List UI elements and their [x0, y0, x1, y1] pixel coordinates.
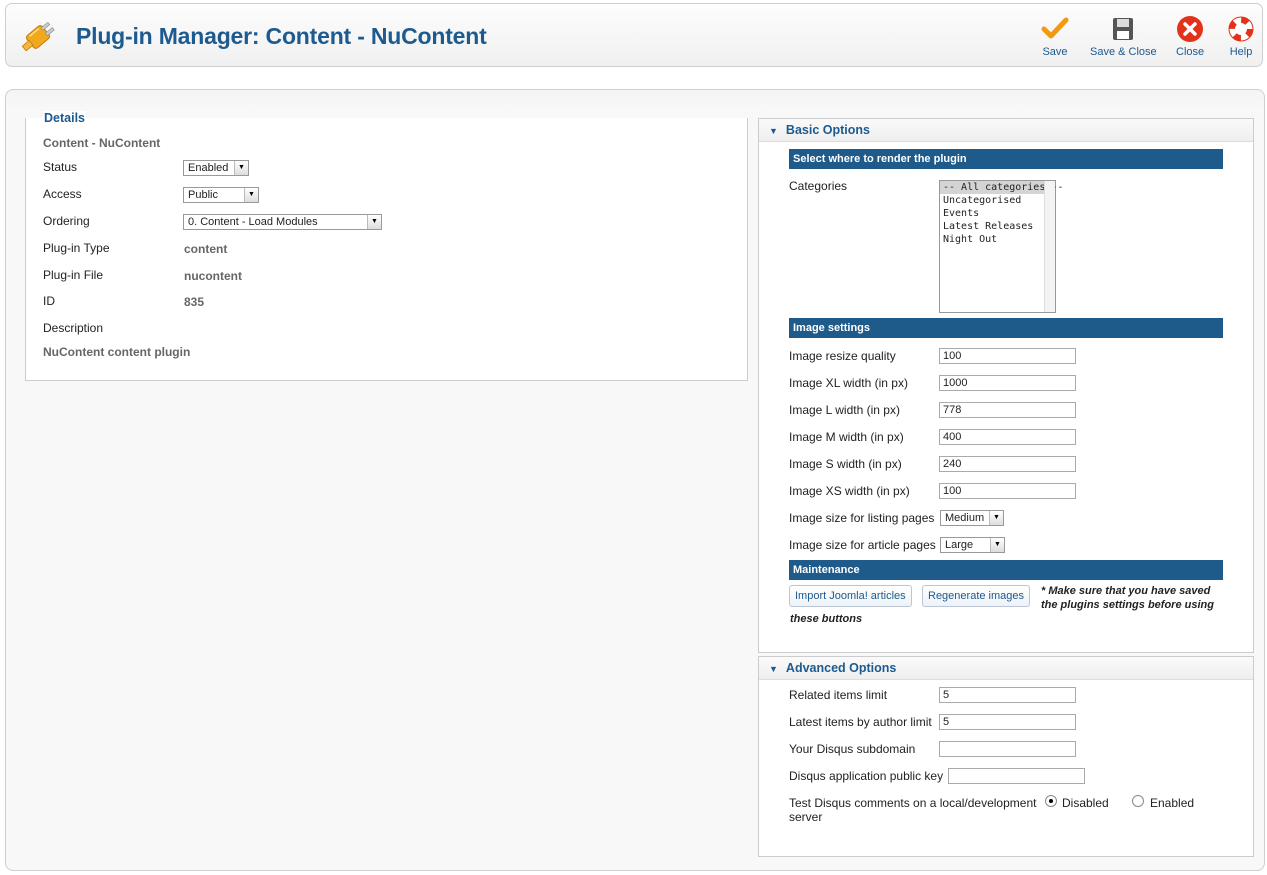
- chevron-down-icon: ▼: [234, 161, 248, 175]
- close-label: Close: [1176, 46, 1205, 58]
- xs-width-label: Image XS width (in px): [789, 484, 910, 498]
- author-limit-label: Latest items by author limit: [789, 715, 932, 729]
- l-width-label: Image L width (in px): [789, 403, 900, 417]
- article-size-value: Large: [945, 539, 974, 551]
- disqus-key-label: Disqus application public key: [789, 769, 944, 783]
- advanced-options-header[interactable]: ▼ Advanced Options: [759, 657, 1253, 680]
- details-fieldset: [25, 118, 748, 381]
- access-select[interactable]: Public ▼: [183, 187, 259, 203]
- category-option[interactable]: Uncategorised: [940, 194, 1055, 207]
- checkmark-icon: [1041, 17, 1069, 39]
- maintenance-note-line1: * Make sure that you have saved: [1041, 585, 1211, 597]
- category-option[interactable]: Night Out: [940, 233, 1055, 246]
- disqus-subdomain-input[interactable]: [939, 741, 1076, 757]
- category-option[interactable]: Events: [940, 207, 1055, 220]
- chevron-down-icon: ▼: [989, 511, 1003, 525]
- advanced-options-title: Advanced Options: [785, 661, 897, 675]
- description-value: NuContent content plugin: [43, 345, 191, 359]
- ordering-value: 0. Content - Load Modules: [188, 216, 318, 228]
- categories-label: Categories: [789, 179, 848, 193]
- save-close-button[interactable]: Save & Close: [1090, 15, 1157, 58]
- listbox-scrollbar[interactable]: [1044, 181, 1055, 312]
- status-value: Enabled: [188, 162, 229, 174]
- disabled-radio[interactable]: [1045, 795, 1057, 807]
- plugin-type-label: Plug-in Type: [43, 241, 110, 255]
- save-button[interactable]: Save: [1041, 15, 1069, 58]
- chevron-down-icon: ▼: [244, 188, 258, 202]
- disabled-radio-label: Disabled: [1062, 796, 1109, 810]
- basic-options-title: Basic Options: [785, 123, 870, 137]
- quality-input[interactable]: 100: [939, 348, 1076, 364]
- description-label: Description: [43, 321, 104, 335]
- save-close-label: Save & Close: [1090, 46, 1157, 58]
- toolbar: Plug-in Manager: Content - NuContent: [5, 3, 1263, 67]
- image-settings-bar: Image settings: [789, 318, 1223, 338]
- plugin-file-label: Plug-in File: [43, 268, 104, 282]
- close-button[interactable]: Close: [1176, 15, 1204, 58]
- author-limit-input[interactable]: 5: [939, 714, 1076, 730]
- s-width-input[interactable]: 240: [939, 456, 1076, 472]
- help-button[interactable]: Help: [1227, 15, 1255, 58]
- details-legend: Details: [43, 111, 86, 125]
- render-bar: Select where to render the plugin: [789, 149, 1223, 169]
- disqus-subdomain-label: Your Disqus subdomain: [789, 742, 916, 756]
- l-width-input[interactable]: 778: [939, 402, 1076, 418]
- xl-width-input[interactable]: 1000: [939, 375, 1076, 391]
- help-label: Help: [1229, 46, 1253, 58]
- id-label: ID: [43, 294, 55, 308]
- lifebuoy-icon: [1228, 16, 1254, 42]
- quality-label: Image resize quality: [789, 349, 896, 363]
- id-value: 835: [184, 295, 205, 309]
- xl-width-label: Image XL width (in px): [789, 376, 908, 390]
- s-width-label: Image S width (in px): [789, 457, 902, 471]
- floppy-disk-icon: [1113, 18, 1134, 40]
- basic-options-header[interactable]: ▼ Basic Options: [759, 119, 1253, 142]
- related-limit-input[interactable]: 5: [939, 687, 1076, 703]
- categories-listbox[interactable]: -- All categories -- Uncategorised Event…: [939, 180, 1063, 313]
- listing-size-value: Medium: [945, 512, 985, 524]
- related-limit-label: Related items limit: [789, 688, 888, 702]
- maintenance-bar: Maintenance: [789, 560, 1223, 580]
- plugin-file-value: nucontent: [184, 269, 242, 283]
- disqus-key-input[interactable]: [948, 768, 1085, 784]
- listing-size-select[interactable]: Medium ▼: [940, 510, 1004, 526]
- m-width-label: Image M width (in px): [789, 430, 904, 444]
- page-title: Plug-in Manager: Content - NuContent: [76, 23, 487, 49]
- import-articles-button[interactable]: Import Joomla! articles: [789, 585, 912, 607]
- triangle-down-icon: ▼: [769, 126, 778, 136]
- plugin-name: Content - NuContent: [43, 136, 161, 150]
- access-value: Public: [188, 189, 218, 201]
- test-disqus-label-line1: Test Disqus comments on a local/developm…: [789, 796, 1037, 810]
- save-label: Save: [1042, 46, 1068, 58]
- maintenance-note-line2: the plugins settings before using: [1041, 599, 1214, 611]
- plugin-type-value: content: [184, 242, 228, 256]
- category-option[interactable]: -- All categories --: [940, 181, 1063, 194]
- close-icon: [1177, 16, 1204, 42]
- ordering-select[interactable]: 0. Content - Load Modules ▼: [183, 214, 382, 230]
- category-option[interactable]: Latest Releases: [940, 220, 1055, 233]
- triangle-down-icon: ▼: [769, 664, 778, 674]
- enabled-radio-label: Enabled: [1150, 796, 1195, 810]
- status-select[interactable]: Enabled ▼: [183, 160, 249, 176]
- maintenance-note-line3: these buttons: [790, 613, 863, 625]
- plugin-icon: [21, 21, 55, 52]
- chevron-down-icon: ▼: [990, 538, 1004, 552]
- chevron-down-icon: ▼: [367, 215, 381, 229]
- enabled-radio[interactable]: [1132, 795, 1144, 807]
- ordering-label: Ordering: [43, 214, 90, 228]
- test-disqus-label-line2: server: [789, 810, 823, 824]
- regenerate-images-button[interactable]: Regenerate images: [922, 585, 1031, 607]
- m-width-input[interactable]: 400: [939, 429, 1076, 445]
- article-size-select[interactable]: Large ▼: [940, 537, 1005, 553]
- access-label: Access: [43, 187, 82, 201]
- status-label: Status: [43, 160, 78, 174]
- listing-size-label: Image size for listing pages: [789, 511, 935, 525]
- xs-width-input[interactable]: 100: [939, 483, 1076, 499]
- article-size-label: Image size for article pages: [789, 538, 936, 552]
